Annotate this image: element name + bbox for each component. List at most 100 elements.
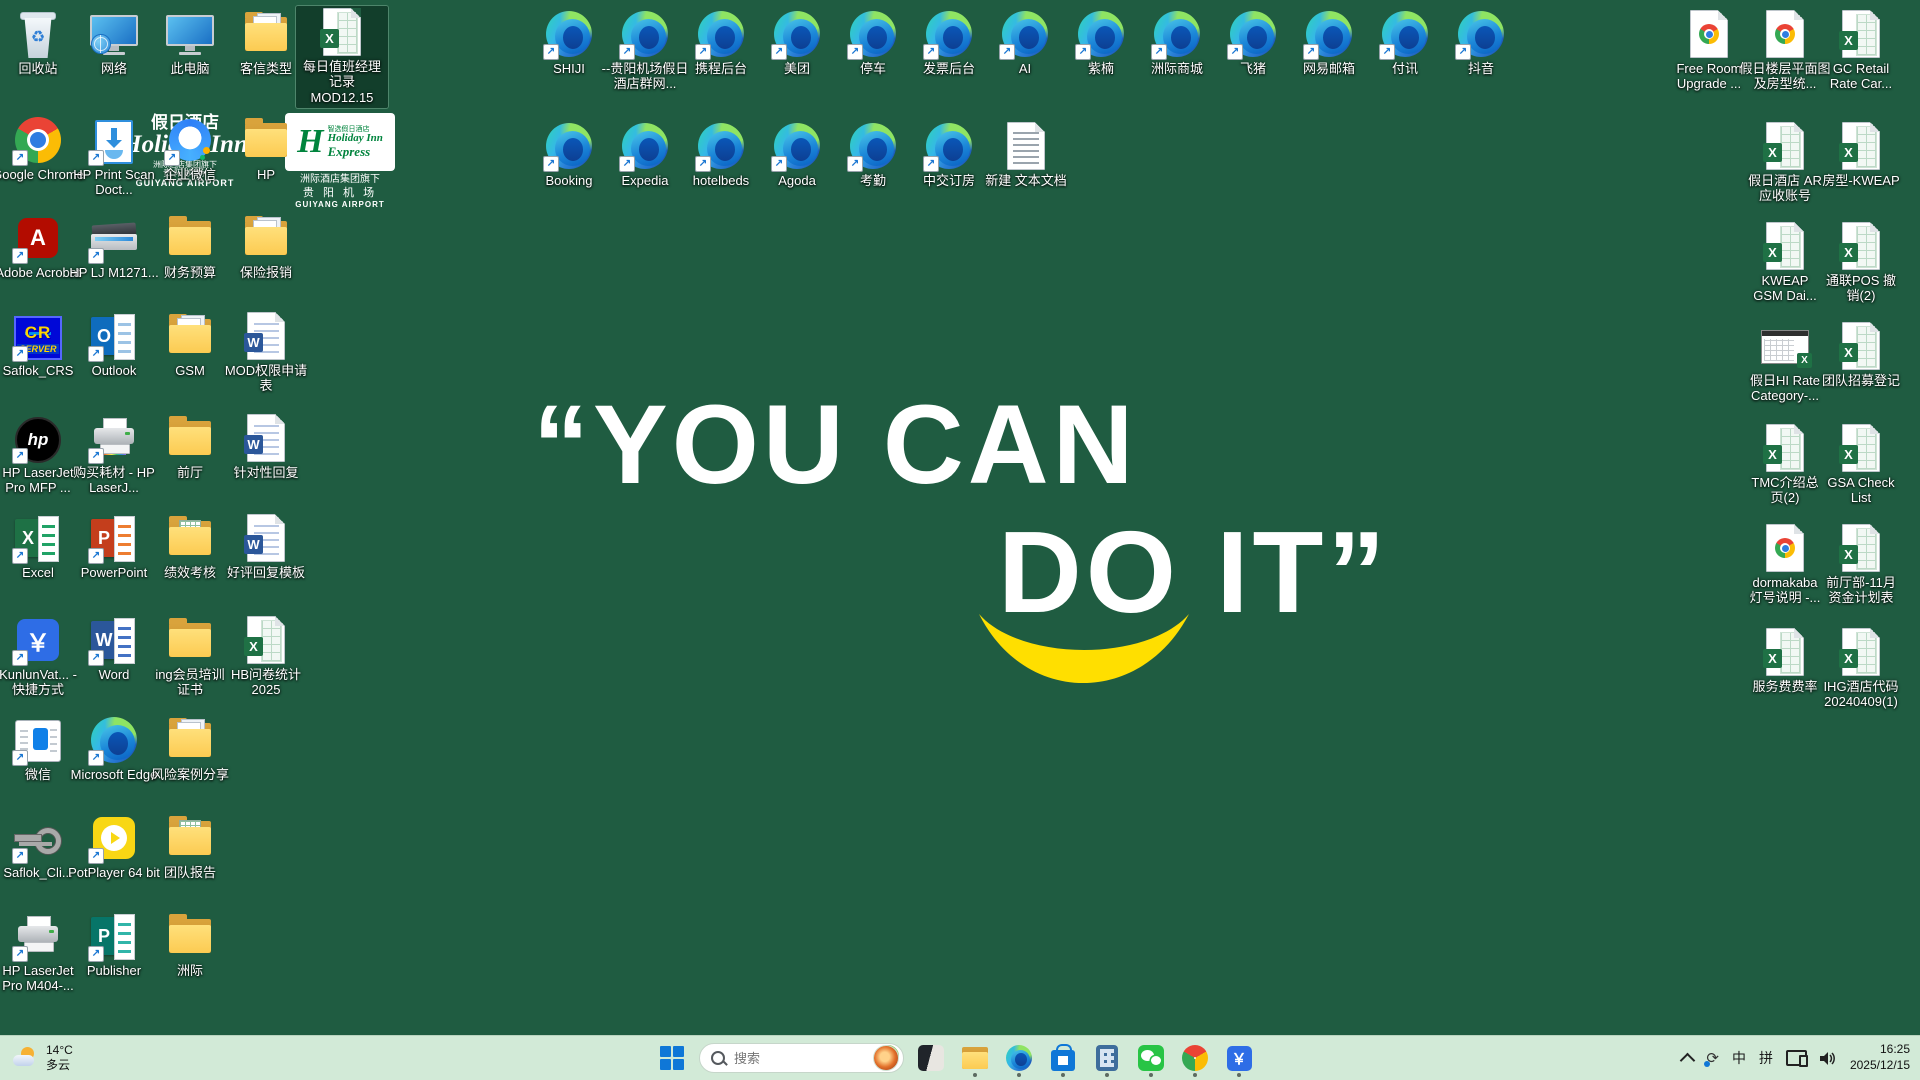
icon-label: IHG酒店代码 20240409(1) [1823,679,1899,710]
search-daily-image-icon[interactable] [874,1046,898,1070]
front-office-fund-plan-icon: X [1837,524,1885,572]
taskbar-chrome-button[interactable] [1181,1043,1209,1077]
icon-label: 绩效考核 [163,565,216,580]
shortcut-arrow-icon: ↗ [12,750,28,766]
review-reply-doc-icon: W [242,514,290,562]
icon-label: PowerPoint [80,565,148,580]
taskbar-explorer-button[interactable] [961,1043,989,1077]
icon-label: 飞猪 [1239,61,1266,76]
chrome-icon [1182,1045,1208,1071]
cast-icon[interactable] [1785,1050,1808,1067]
weather-widget[interactable]: 14°C 多云 [12,1036,73,1080]
ai-icon: ↗ [999,10,1049,60]
zhongjiao-booking-icon: ↗ [923,122,973,172]
shortcut-arrow-icon: ↗ [923,156,939,172]
ime-mode-indicator[interactable]: 中 [1732,1048,1746,1068]
wechat-icon [1138,1045,1164,1071]
icon-label: 每日值班经理 记录 MOD12.15 [302,59,381,105]
shortcut-arrow-icon: ↗ [12,248,28,264]
desktop-icon-intercontinental-folder[interactable]: 洲际 [144,910,236,981]
start-button[interactable] [658,1043,686,1073]
icon-label: 紫楠 [1087,61,1114,76]
shortcut-arrow-icon: ↗ [543,156,559,172]
shortcut-arrow-icon: ↗ [619,44,635,60]
icon-label: Agoda [778,173,816,188]
shortcut-arrow-icon: ↗ [88,346,104,362]
outlook-icon: O ↗ [88,312,138,362]
icon-label: ing会员培训 证书 [155,667,225,698]
file-explorer-icon [962,1047,988,1069]
taskbar-store-button[interactable] [1049,1043,1077,1077]
shortcut-arrow-icon: ↗ [771,156,787,172]
icon-label: SHIJI [553,61,585,76]
icon-label: 美团 [783,61,810,76]
shortcut-arrow-icon: ↗ [543,44,559,60]
taskbar-wechat-button[interactable] [1137,1043,1165,1077]
windows-logo-icon [659,1045,685,1071]
desktop-icon-gc-retail-rate[interactable]: X GC Retail Rate Car... [1815,8,1907,95]
icon-label: GSA Check List [1827,475,1895,506]
desktop: 假日酒店 Holiday Inn 洲际酒店集团旗下 贵阳机场 GUIYANG A… [0,0,1920,1080]
search-input[interactable] [732,1049,867,1067]
invoice-admin-icon: ↗ [923,10,973,60]
shortcut-arrow-icon: ↗ [1151,44,1167,60]
booking-icon: ↗ [543,122,593,172]
desktop-icon-risk-case-folder[interactable]: 风险案例分享 [144,714,236,785]
risk-case-folder-icon [166,716,214,764]
guiyang-airport-group-icon: ↗ [619,10,669,60]
taskbar-edge-button[interactable] [1005,1043,1033,1077]
taskbar-search[interactable] [699,1043,904,1073]
desktop-icon-team-recruit[interactable]: X 团队招募登记 [1815,320,1907,391]
desktop-icon-front-office-fund-plan[interactable]: X 前厅部-11月 资金计划表 [1815,522,1907,609]
shortcut-arrow-icon: ↗ [1455,44,1471,60]
taskbar-calculator-button[interactable] [1093,1043,1121,1077]
publisher-icon: P ↗ [88,912,138,962]
attendance-icon: ↗ [847,122,897,172]
desktop-icon-pos-cancel[interactable]: X 通联POS 撤 销(2) [1815,220,1907,307]
desktop-icon-douyin[interactable]: ↗ 抖音 [1435,8,1527,79]
roomtype-kweap-icon: X [1837,122,1885,170]
volume-icon[interactable] [1819,1051,1837,1066]
icon-label: 客信类型 [239,61,292,76]
desktop-icon-hb-survey-xlsx[interactable]: X HB问卷统计 2025 [220,614,312,701]
desktop-icon-review-reply-doc[interactable]: W 好评回复模板 [220,512,312,583]
hb-survey-xlsx-icon: X [242,616,290,664]
desktop-icon-mod-duty-log-xlsx[interactable]: X 每日值班经理 记录 MOD12.15 [296,6,388,108]
kunlunvat-icon: ￥ ↗ [12,616,62,666]
icon-label: 团队招募登记 [1821,373,1900,388]
desktop-icon-gsa-checklist[interactable]: X GSA Check List [1815,422,1907,509]
icon-label: Saflok_Cli... [3,865,73,880]
parking-icon: ↗ [847,10,897,60]
desktop-icon-mod-permission-doc[interactable]: W MOD权限申请表 [220,310,312,397]
icon-label: 洲际 [176,963,203,978]
fliggy-icon: ↗ [1227,10,1277,60]
taskbar-photos-button[interactable] [917,1043,945,1073]
team-report-folder-icon [166,814,214,862]
calculator-icon [1096,1045,1118,1071]
saflok-crs-icon: CR SERVER ↗ [12,312,62,362]
tray-overflow-chevron-icon[interactable] [1680,1052,1696,1069]
shortcut-arrow-icon: ↗ [847,44,863,60]
finance-budget-folder-icon [166,214,214,262]
desktop-icon-roomtype-kweap[interactable]: X 房型-KWEAP [1815,120,1907,191]
desktop-icon-new-text-doc[interactable]: 新建 文本文档 [980,120,1072,191]
taskbar-clock[interactable]: 16:25 2025/12/15 [1850,1042,1910,1073]
shortcut-arrow-icon: ↗ [88,750,104,766]
desktop-icon-insurance-folder[interactable]: 保险报销 [220,212,312,283]
shortcut-arrow-icon: ↗ [1379,44,1395,60]
sync-icon[interactable]: ⟳ [1704,1051,1719,1067]
taskbar-kunlunvat-button[interactable]: ￥ [1225,1043,1253,1077]
gc-retail-rate-icon: X [1837,10,1885,58]
desktop-icon-ihg-hotel-codes[interactable]: X IHG酒店代码 20240409(1) [1815,626,1907,713]
desktop-icon-team-report-folder[interactable]: 团队报告 [144,812,236,883]
icon-label: 通联POS 撤 销(2) [1825,273,1897,304]
desktop-icon-hp-folder[interactable]: HP [220,114,312,185]
desktop-icon-targeted-reply-doc[interactable]: W 针对性回复 [220,412,312,483]
network-icon [90,10,138,58]
ime-pinyin-indicator[interactable]: 拼 [1759,1048,1773,1068]
icon-label: AI [1018,61,1032,76]
icon-label: 保险报销 [239,265,292,280]
icon-label: MOD权限申请表 [224,363,308,394]
mod-duty-log-xlsx-icon: X [318,8,366,56]
shortcut-arrow-icon: ↗ [88,548,104,564]
